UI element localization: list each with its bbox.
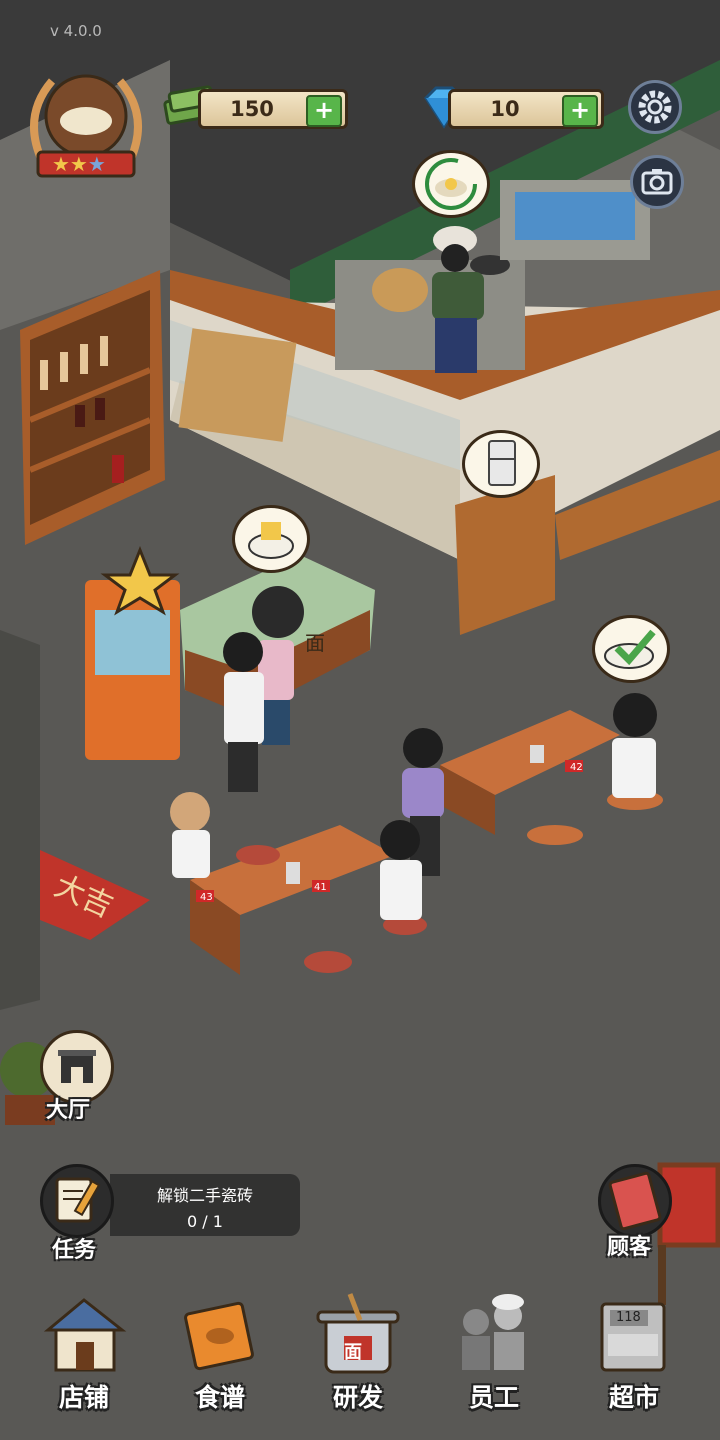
add-gems-button[interactable]: + — [562, 95, 598, 127]
rating-stars: ★★★ — [52, 152, 106, 176]
cash-value: 150 — [230, 97, 274, 121]
settings-button[interactable] — [628, 80, 682, 134]
menu-board — [178, 328, 297, 442]
camera-button[interactable] — [630, 155, 684, 209]
recipe-book-icon — [184, 1301, 254, 1371]
nav-shop-label: 店铺 — [58, 1383, 109, 1412]
fridge-icon — [462, 430, 540, 498]
table-right — [440, 710, 620, 835]
supermarket-register-icon — [600, 1302, 666, 1372]
nav-staff[interactable]: 员工 — [434, 1290, 554, 1420]
gems-counter: 10 + — [448, 89, 604, 129]
task-button[interactable] — [40, 1164, 114, 1238]
register-number: 118 — [616, 1310, 641, 1325]
customer-right-table — [612, 693, 657, 798]
version-label: v 4.0.0 — [50, 22, 102, 40]
gems-value: 10 — [490, 97, 520, 121]
nav-research[interactable]: 面 研发 — [298, 1290, 418, 1420]
stove — [335, 260, 525, 370]
table-left — [190, 825, 395, 975]
customer-left-table — [380, 820, 422, 920]
camera-icon — [641, 169, 673, 195]
task-label: 任务 — [52, 1238, 97, 1263]
nav-staff-label: 员工 — [468, 1383, 519, 1412]
counter-sign: 面 — [305, 631, 325, 655]
restaurant-badge[interactable]: ★★★ — [22, 66, 150, 186]
soup-bowl-cooking-icon — [412, 150, 490, 218]
guest-book-icon — [608, 1171, 662, 1231]
staff-icon — [462, 1294, 524, 1370]
noodle-pot-icon — [316, 1293, 400, 1374]
hall-label: 大厅 — [46, 1098, 91, 1123]
customer-man-queue — [223, 632, 264, 792]
pot-label: 面 — [344, 1342, 362, 1363]
add-cash-button[interactable]: + — [306, 95, 342, 127]
nav-shop[interactable]: 店铺 — [24, 1290, 144, 1420]
noodle-bowl-request-icon — [232, 505, 310, 573]
clipboard-pencil-icon — [55, 1177, 101, 1223]
shop-icon — [43, 1298, 127, 1372]
table-number-41: 41 — [314, 882, 327, 893]
task-progress: 0 / 1 — [187, 1212, 223, 1231]
customers-label: 顾客 — [607, 1235, 652, 1260]
gear-icon — [638, 90, 672, 124]
task-title: 解锁二手瓷砖 — [156, 1186, 253, 1205]
table-number-43: 43 — [200, 892, 213, 903]
customer-old-man — [170, 792, 210, 878]
customers-button[interactable] — [598, 1164, 672, 1238]
nav-research-label: 研发 — [332, 1383, 383, 1412]
cash-counter: 150 + — [198, 89, 348, 129]
nav-recipes-label: 食谱 — [194, 1383, 245, 1412]
nav-supermarket-label: 超市 — [608, 1383, 659, 1412]
capsule-machine — [85, 545, 180, 760]
table-number-42: 42 — [570, 762, 583, 773]
nav-supermarket[interactable]: 118 超市 — [574, 1290, 694, 1420]
task-panel[interactable]: 解锁二手瓷砖 0 / 1 — [110, 1174, 300, 1236]
nav-recipes[interactable]: 食谱 — [160, 1290, 280, 1420]
building-icon — [58, 1050, 96, 1083]
dish-served-check-icon — [592, 615, 670, 683]
